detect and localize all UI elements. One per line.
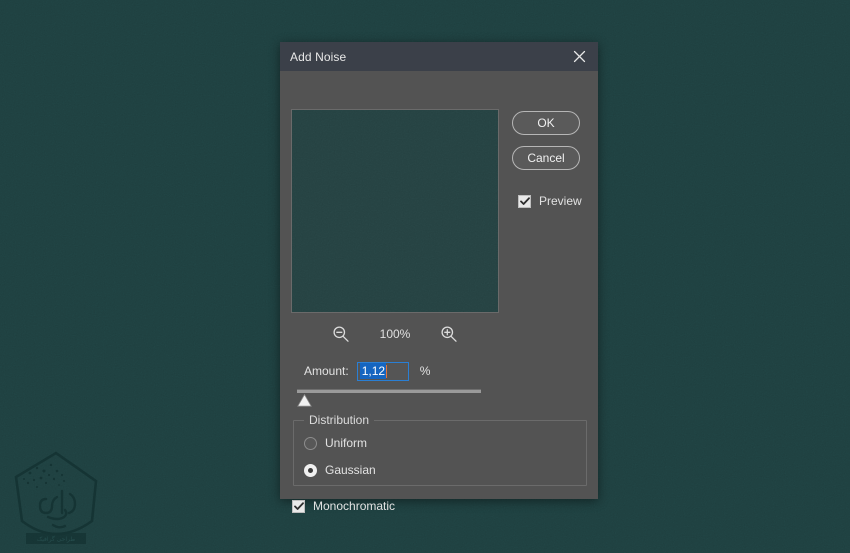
checkbox-checked-icon: [292, 499, 305, 513]
close-icon[interactable]: [568, 46, 590, 68]
dialog-action-column: OK Cancel Preview: [512, 111, 588, 208]
amount-row: Amount: 1,12 %: [304, 361, 430, 381]
dialog-body: 100% Amount: 1,12 % Distribution Uniform…: [280, 71, 598, 513]
radio-unchecked-icon: [304, 436, 317, 450]
checkbox-checked-icon: [518, 194, 531, 208]
radio-gaussian-label: Gaussian: [325, 463, 376, 477]
distribution-legend: Distribution: [304, 413, 375, 427]
zoom-in-magnifier-icon[interactable]: [440, 325, 458, 343]
dialog-titlebar: Add Noise: [280, 42, 598, 71]
monochromatic-label: Monochromatic: [313, 499, 396, 513]
amount-unit-label: %: [419, 364, 431, 378]
preview-noise-texture: [292, 110, 498, 312]
ok-button[interactable]: OK: [512, 111, 580, 135]
preview-label: Preview: [539, 194, 582, 208]
preview-checkbox[interactable]: Preview: [518, 194, 588, 208]
amount-slider[interactable]: [291, 389, 587, 411]
monochromatic-checkbox[interactable]: Monochromatic: [292, 499, 395, 513]
add-noise-dialog: Add Noise 100% Amount: 1,12 % Distributi…: [280, 42, 598, 513]
text-caret: [386, 364, 388, 378]
amount-label: Amount:: [304, 364, 349, 378]
noise-preview-image[interactable]: [291, 109, 499, 313]
amount-input-value: 1,12: [359, 363, 387, 379]
radio-gaussian[interactable]: Gaussian: [304, 463, 376, 477]
slider-track[interactable]: [297, 389, 481, 393]
distribution-fieldset: Distribution Uniform Gaussian: [293, 413, 587, 486]
radio-uniform[interactable]: Uniform: [304, 436, 367, 450]
zoom-level-label: 100%: [379, 327, 411, 341]
amount-input[interactable]: 1,12: [356, 361, 409, 381]
dialog-title: Add Noise: [290, 49, 347, 64]
preview-zoom-controls: 100%: [291, 323, 499, 345]
zoom-out-magnifier-icon[interactable]: [332, 325, 350, 343]
cancel-button[interactable]: Cancel: [512, 146, 580, 170]
slider-handle[interactable]: [297, 394, 312, 407]
radio-uniform-label: Uniform: [325, 436, 368, 450]
radio-checked-icon: [304, 463, 317, 477]
